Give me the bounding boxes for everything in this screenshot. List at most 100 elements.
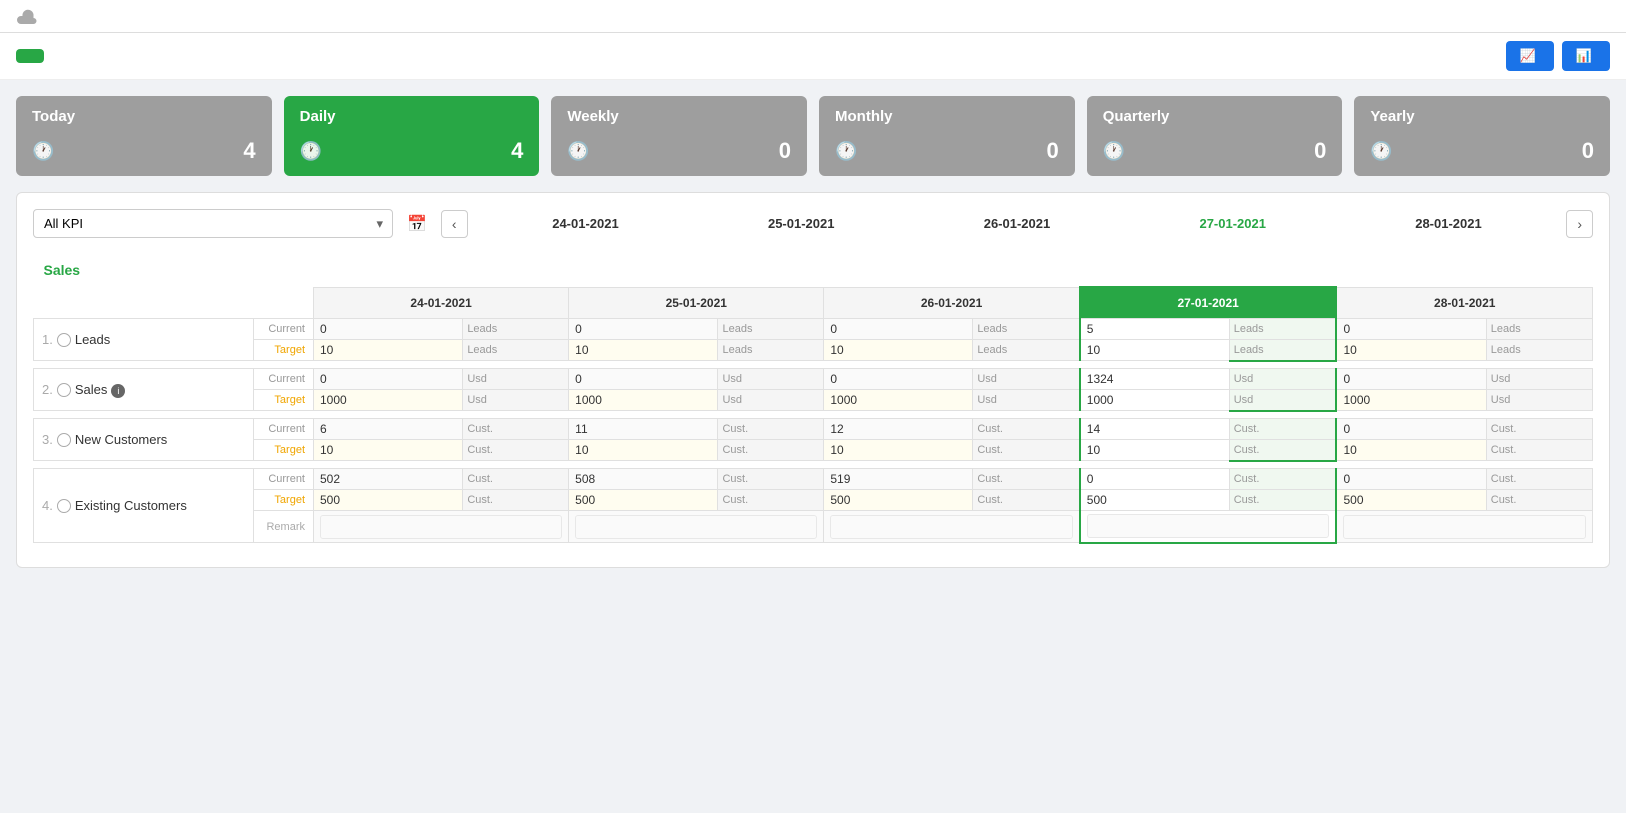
current-unit-cell: Leads xyxy=(973,319,1080,340)
current-value-cell: 0 xyxy=(824,319,973,340)
target-value-cell: 10 xyxy=(569,340,718,361)
remark-input[interactable] xyxy=(1343,515,1586,539)
kpi-name: Leads xyxy=(75,332,110,347)
target-unit-cell: Leads xyxy=(1486,340,1592,361)
current-label: Current xyxy=(254,319,314,340)
calendar-button[interactable]: 📅 xyxy=(403,210,431,238)
kpi-filter-select[interactable]: All KPI Sales xyxy=(33,209,393,238)
target-unit-cell: Leads xyxy=(463,340,569,361)
kpi-number: 1. xyxy=(42,332,53,347)
kpi-name-cell: 2. Salesi xyxy=(34,369,254,411)
kpi-target-row: Target500Cust.500Cust.500Cust.500Cust.50… xyxy=(34,490,1593,511)
period-card-weekly[interactable]: Weekly 🕐 0 xyxy=(551,96,807,176)
current-value-cell: 0 xyxy=(569,369,718,390)
clock-icon: 🕐 xyxy=(835,141,857,162)
current-value-cell: 0 xyxy=(1336,469,1486,490)
current-unit-cell: Usd xyxy=(1486,369,1592,390)
remark-cell[interactable] xyxy=(824,511,1080,543)
period-card-count: 0 xyxy=(1314,138,1326,164)
remark-input[interactable] xyxy=(320,515,562,539)
clock-icon: 🕐 xyxy=(32,141,54,162)
target-unit-cell: Cust. xyxy=(463,440,569,461)
target-value-cell: 10 xyxy=(824,340,973,361)
current-unit-cell: Leads xyxy=(463,319,569,340)
target-unit-cell: Cust. xyxy=(973,490,1080,511)
kpi-name: Sales xyxy=(75,382,108,397)
target-value-cell: 10 xyxy=(1336,340,1486,361)
kpi-dashboard-button[interactable]: 📊 xyxy=(1562,41,1610,71)
current-value-cell: 0 xyxy=(1336,319,1486,340)
current-value-cell: 0 xyxy=(1080,469,1229,490)
remark-cell[interactable] xyxy=(1336,511,1592,543)
target-unit-cell: Cust. xyxy=(1229,490,1336,511)
date-label: 26-01-2021 xyxy=(909,212,1125,235)
target-unit-cell: Cust. xyxy=(1486,490,1592,511)
target-value-cell: 1000 xyxy=(314,390,463,411)
current-unit-cell: Cust. xyxy=(1229,469,1336,490)
target-unit-cell: Usd xyxy=(463,390,569,411)
current-value-cell: 12 xyxy=(824,419,973,440)
dashboard-icon: 📊 xyxy=(1576,48,1592,64)
date-label: 24-01-2021 xyxy=(478,212,694,235)
app-logo xyxy=(16,8,44,24)
period-card-yearly[interactable]: Yearly 🕐 0 xyxy=(1354,96,1610,176)
target-value-cell: 10 xyxy=(824,440,973,461)
remark-cell[interactable] xyxy=(569,511,824,543)
toolbar: 📈 📊 xyxy=(0,33,1626,80)
current-value-cell: 0 xyxy=(1336,369,1486,390)
date-header-row: 24-01-202125-01-202126-01-202127-01-2021… xyxy=(34,287,1593,319)
trend-icon: 📈 xyxy=(1520,48,1536,64)
current-value-cell: 0 xyxy=(1336,419,1486,440)
period-card-monthly[interactable]: Monthly 🕐 0 xyxy=(819,96,1075,176)
period-card-quarterly[interactable]: Quarterly 🕐 0 xyxy=(1087,96,1343,176)
kpi-current-row: 3.New CustomersCurrent6Cust.11Cust.12Cus… xyxy=(34,419,1593,440)
kpi-report-button[interactable]: 📈 xyxy=(1506,41,1554,71)
spacer-row xyxy=(34,461,1593,469)
remark-cell[interactable] xyxy=(1080,511,1337,543)
current-unit-cell: Leads xyxy=(1486,319,1592,340)
target-unit-cell: Cust. xyxy=(1229,440,1336,461)
period-card-daily[interactable]: Daily 🕐 4 xyxy=(284,96,540,176)
globe-icon xyxy=(57,433,71,447)
period-card-count: 0 xyxy=(1046,138,1058,164)
current-unit-cell: Usd xyxy=(718,369,824,390)
period-card-today[interactable]: Today 🕐 4 xyxy=(16,96,272,176)
kpi-target-row: Target10Cust.10Cust.10Cust.10Cust.10Cust… xyxy=(34,440,1593,461)
target-value-cell: 500 xyxy=(1336,490,1486,511)
target-value-cell: 1000 xyxy=(1080,390,1229,411)
current-unit-cell: Leads xyxy=(1229,319,1336,340)
target-unit-cell: Leads xyxy=(973,340,1080,361)
section-header-row: Sales xyxy=(34,254,1593,287)
current-unit-cell: Usd xyxy=(973,369,1080,390)
next-nav-button[interactable]: › xyxy=(1566,210,1593,238)
remark-cell[interactable] xyxy=(314,511,569,543)
current-unit-cell: Cust. xyxy=(463,469,569,490)
target-value-cell: 10 xyxy=(1336,440,1486,461)
kpi-number: 2. xyxy=(42,382,53,397)
current-unit-cell: Usd xyxy=(1229,369,1336,390)
main-content: All KPI Sales 📅 ‹ 24-01-202125-01-202126… xyxy=(0,192,1626,584)
empty-header xyxy=(34,287,254,319)
clock-icon: 🕐 xyxy=(567,141,589,162)
current-unit-cell: Cust. xyxy=(1486,469,1592,490)
date-column-header: 27-01-2021 xyxy=(1080,287,1337,319)
period-card-title: Daily xyxy=(300,108,524,125)
kpi-table: Sales24-01-202125-01-202126-01-202127-01… xyxy=(33,254,1593,551)
remark-input[interactable] xyxy=(830,515,1072,539)
current-value-cell: 0 xyxy=(569,319,718,340)
header xyxy=(0,0,1626,33)
period-card-count: 0 xyxy=(1582,138,1594,164)
period-card-count: 4 xyxy=(243,138,255,164)
date-column-header: 28-01-2021 xyxy=(1336,287,1592,319)
remark-input[interactable] xyxy=(575,515,817,539)
add-kpi-button[interactable] xyxy=(16,49,44,63)
kpi-current-row: 1.LeadsCurrent0Leads0Leads0Leads5Leads0L… xyxy=(34,319,1593,340)
kpi-target-row: Target1000Usd1000Usd1000Usd1000Usd1000Us… xyxy=(34,390,1593,411)
target-unit-cell: Cust. xyxy=(463,490,569,511)
date-column-header: 26-01-2021 xyxy=(824,287,1080,319)
remark-input[interactable] xyxy=(1087,514,1330,538)
current-unit-cell: Leads xyxy=(718,319,824,340)
prev-nav-button[interactable]: ‹ xyxy=(441,210,468,238)
target-value-cell: 500 xyxy=(314,490,463,511)
info-icon[interactable]: i xyxy=(111,384,125,398)
